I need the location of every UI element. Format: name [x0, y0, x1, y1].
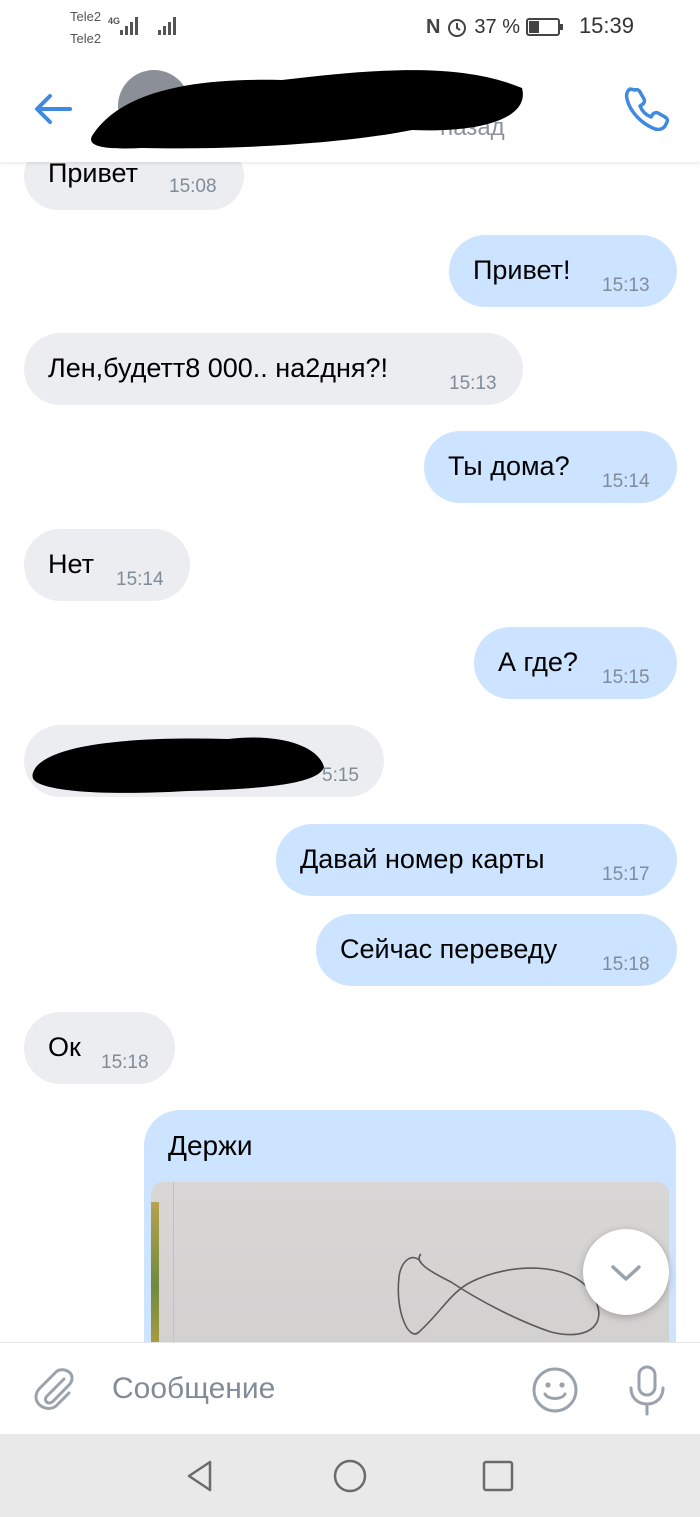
message-text: Лен,будетт8 000.. на2дня?! [48, 353, 389, 383]
battery-icon [526, 18, 563, 36]
message-bubble[interactable]: А где? 15:15 [474, 627, 677, 699]
smile-icon [532, 1367, 578, 1413]
chat-header: назад [0, 56, 700, 162]
message-bubble[interactable]: Давай номер карты 15:17 [276, 824, 677, 896]
signal-2-icon [158, 15, 180, 35]
signal-1-icon [120, 15, 142, 35]
carrier-2-label: Tele2 [70, 31, 102, 46]
voice-message-button[interactable] [622, 1363, 672, 1417]
message-time: 15:15 [602, 667, 650, 688]
message-bubble[interactable]: Привет! 15:13 [449, 235, 677, 307]
nav-home-button[interactable] [330, 1456, 370, 1496]
chevron-down-icon [611, 1265, 641, 1281]
status-icons: N 37 % [425, 14, 563, 40]
message-bubble[interactable]: Лен,будетт8 000.. на2дня?! 15:13 [24, 333, 523, 405]
message-bubble[interactable]: Сейчас переведу 15:18 [316, 914, 677, 986]
message-time: 15:13 [602, 275, 650, 296]
scroll-to-bottom-button[interactable] [583, 1229, 669, 1315]
nav-back-button[interactable] [180, 1456, 220, 1496]
redaction-mark [91, 70, 523, 149]
call-button[interactable] [620, 82, 672, 134]
photo-caption: Держи [168, 1130, 253, 1161]
battery-percent: 37 % [474, 15, 520, 38]
message-input[interactable] [100, 1359, 500, 1419]
carrier-1-label: Tele2 [70, 9, 102, 24]
message-text: Привет! [473, 255, 571, 285]
nfc-icon: N [425, 15, 441, 38]
message-time: 15:14 [116, 569, 164, 590]
message-time: 15:08 [169, 176, 217, 197]
nav-recents-button[interactable] [478, 1456, 518, 1496]
message-text: Ок [48, 1032, 81, 1062]
status-bar: Tele2 Tele2 4G N 37 % 15:39 [0, 0, 700, 56]
circle-home-icon [333, 1459, 367, 1493]
message-bubble[interactable]: Нет 15:14 [24, 529, 190, 601]
paperclip-icon [34, 1368, 74, 1410]
message-time: 15:18 [101, 1052, 149, 1073]
message-time: 15:18 [602, 954, 650, 975]
message-text: Привет [48, 162, 139, 188]
message-list[interactable]: Привет 15:08 Привет! 15:13 Лен,будетт8 0… [0, 162, 700, 1342]
message-text: Давай номер карты [300, 844, 545, 874]
message-text: Ты дома? [448, 451, 570, 481]
message-composer [0, 1342, 700, 1434]
microphone-icon [629, 1365, 665, 1416]
message-time: 15:17 [602, 864, 650, 885]
triangle-back-icon [187, 1460, 212, 1492]
emoji-button[interactable] [530, 1365, 580, 1415]
back-button[interactable] [30, 86, 76, 132]
message-time: 15:13 [449, 373, 497, 394]
message-text: А где? [498, 647, 578, 677]
arrow-left-icon [35, 94, 72, 124]
redaction-mark [32, 737, 324, 793]
message-bubble[interactable]: Привет 15:08 [24, 162, 244, 210]
system-navigation-bar [0, 1434, 700, 1517]
message-time: 15:14 [602, 471, 650, 492]
phone-icon [624, 87, 670, 132]
network-type-label: 4G [108, 16, 121, 26]
square-recents-icon [482, 1460, 514, 1492]
message-bubble[interactable]: 5:15 [24, 725, 384, 797]
message-text: Сейчас переведу [340, 934, 558, 964]
message-bubble[interactable]: Ты дома? 15:14 [424, 431, 677, 503]
attach-button[interactable] [30, 1365, 78, 1413]
message-bubble[interactable]: Ок 15:18 [24, 1012, 175, 1084]
alarm-icon [448, 19, 467, 37]
clock: 15:39 [578, 13, 634, 38]
message-text: Нет [48, 549, 94, 579]
